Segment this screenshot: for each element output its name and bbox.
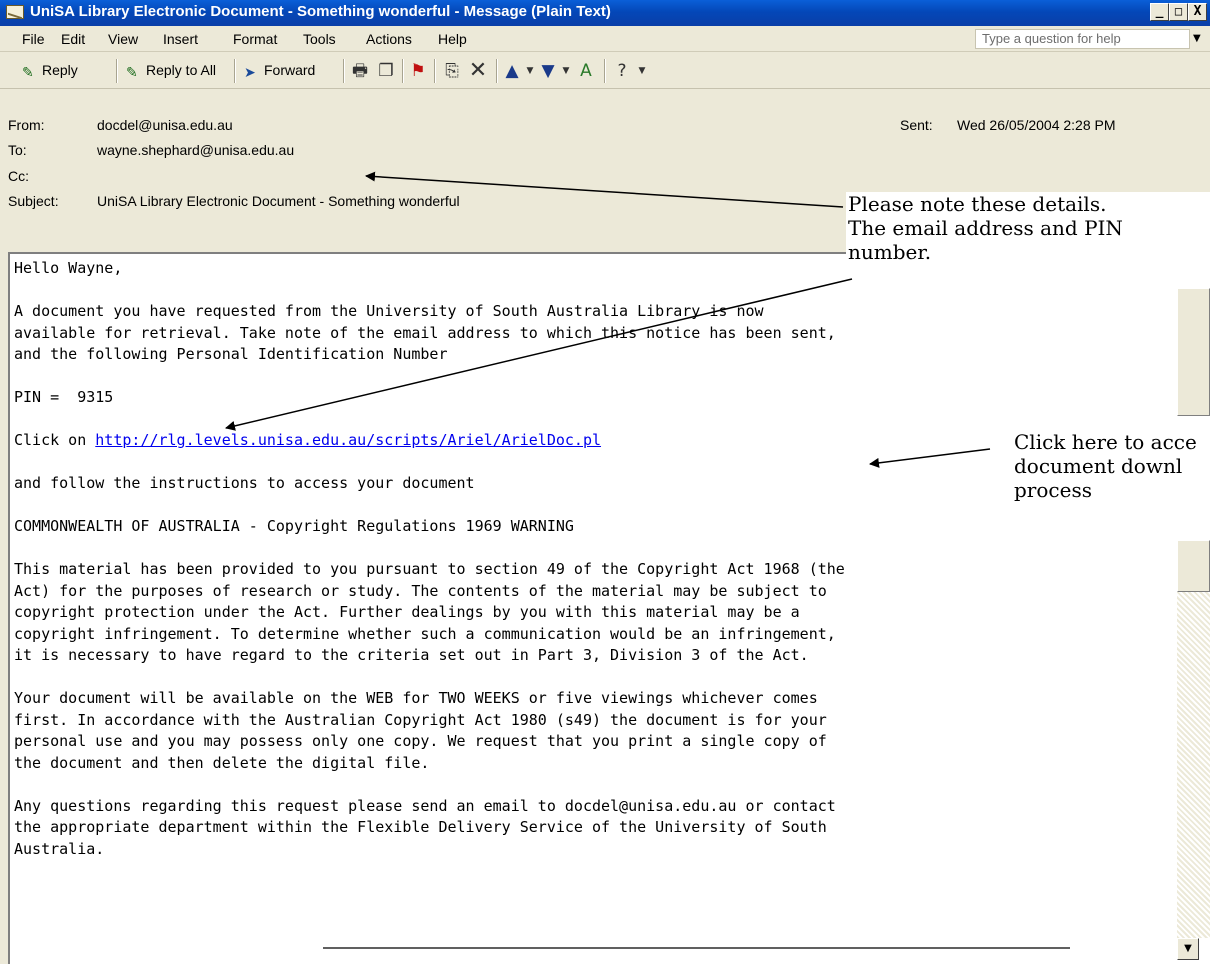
reply-all-label: Reply to All xyxy=(146,62,217,78)
callout-line: Click here to acce xyxy=(1014,430,1197,454)
scroll-down-button[interactable]: ▼ xyxy=(1177,938,1199,960)
message-body[interactable]: Hello Wayne, A document you have request… xyxy=(8,252,1210,964)
window-title: UniSA Library Electronic Document - Some… xyxy=(30,3,611,20)
close-button[interactable]: X xyxy=(1188,3,1207,21)
body-line: copyright infringement. To determine whe… xyxy=(14,624,836,643)
scrollbar-thumb[interactable] xyxy=(1177,288,1210,416)
toolbar-separator xyxy=(604,59,606,83)
subject-label: Subject: xyxy=(8,193,59,209)
toolbar-separator xyxy=(116,59,118,83)
maximize-button[interactable]: □ xyxy=(1169,3,1188,21)
from-value[interactable]: docdel@unisa.edu.au xyxy=(97,117,233,133)
menu-actions[interactable]: Actions xyxy=(366,31,412,47)
body-line: Click on xyxy=(14,431,96,449)
callout-line: number. xyxy=(848,240,932,264)
from-label: From: xyxy=(8,117,45,133)
pin-line: PIN = 9315 xyxy=(14,388,114,406)
envelope-icon xyxy=(6,5,24,19)
forward-icon: ➤ xyxy=(244,64,256,80)
body-line: the document and then delete the digital… xyxy=(14,753,430,772)
reply-label: Reply xyxy=(42,62,78,78)
sent-label: Sent: xyxy=(900,117,933,133)
reply-button[interactable]: ✎ Reply xyxy=(22,62,78,80)
body-line: and follow the instructions to access yo… xyxy=(14,474,475,492)
menu-tools[interactable]: Tools xyxy=(303,31,336,47)
help-search-input[interactable]: Type a question for help xyxy=(975,29,1190,49)
cc-label: Cc: xyxy=(8,168,29,184)
document-link[interactable]: http://rlg.levels.unisa.edu.au/scripts/A… xyxy=(95,431,601,449)
help-icon[interactable]: ? xyxy=(612,61,632,81)
body-line: This material has been provided to you p… xyxy=(14,560,845,578)
sent-value: Wed 26/05/2004 2:28 PM xyxy=(957,117,1116,133)
body-line: Hello Wayne, xyxy=(14,259,123,277)
to-value[interactable]: wayne.shephard@unisa.edu.au xyxy=(97,142,294,158)
menu-file[interactable]: File xyxy=(22,31,45,47)
scrollbar-track[interactable] xyxy=(1177,592,1210,938)
message-body-text: Hello Wayne, A document you have request… xyxy=(14,258,845,860)
body-line: copyright protection under the Act. Furt… xyxy=(14,603,800,621)
forward-button[interactable]: ➤ Forward xyxy=(244,62,316,80)
body-line: first. In accordance with the Australian… xyxy=(14,710,827,729)
body-line: and the following Personal Identificatio… xyxy=(14,345,448,363)
print-icon[interactable]: 🖶 xyxy=(350,61,370,81)
down-arrow-icon[interactable]: ▼ xyxy=(538,61,558,81)
forward-label: Forward xyxy=(264,62,316,78)
body-line: it is necessary to have regard to the cr… xyxy=(14,646,809,664)
body-line: the appropriate department within the Fl… xyxy=(14,818,827,836)
body-line: Any questions regarding this request ple… xyxy=(14,796,836,815)
title-bar: UniSA Library Electronic Document - Some… xyxy=(0,0,1210,26)
menu-help[interactable]: Help xyxy=(438,31,467,47)
toolbar-separator xyxy=(402,59,404,83)
address-book-icon[interactable]: A xyxy=(576,61,596,81)
callout-line: document downl xyxy=(1014,454,1183,478)
chevron-down-icon[interactable]: ▼ xyxy=(520,61,540,81)
callout-line: Please note these details. xyxy=(848,192,1107,216)
menu-format[interactable]: Format xyxy=(233,31,277,47)
to-label: To: xyxy=(8,142,27,158)
menu-view[interactable]: View xyxy=(108,31,138,47)
delete-icon[interactable]: ✕ xyxy=(468,60,488,82)
menu-bar: File Edit View Insert Format Tools Actio… xyxy=(0,26,1210,52)
callout-click-here: Click here to acce document downl proces… xyxy=(1012,430,1210,526)
copy-icon[interactable]: ❐ xyxy=(376,61,396,81)
toolbar: ✎ Reply ✎ Reply to All ➤ Forward 🖶 ❐ ⚑ ⎘ ✕ … xyxy=(0,53,1210,89)
callout-note-details: Please note these details. The email add… xyxy=(846,192,1210,282)
reply-icon: ✎ xyxy=(22,64,34,80)
outlook-message-window: UniSA Library Electronic Document - Some… xyxy=(0,0,1210,964)
move-icon[interactable]: ⎘ xyxy=(442,61,462,81)
body-line: personal use and you may possess only on… xyxy=(14,732,827,750)
toolbar-separator xyxy=(496,59,498,83)
reply-all-button[interactable]: ✎ Reply to All xyxy=(126,62,217,80)
subject-value: UniSA Library Electronic Document - Some… xyxy=(97,193,460,209)
minimize-button[interactable]: _ xyxy=(1150,3,1169,21)
toolbar-separator xyxy=(434,59,436,83)
menu-insert[interactable]: Insert xyxy=(163,31,198,47)
body-line: Act) for the purposes of research or stu… xyxy=(14,581,827,600)
chevron-down-icon[interactable]: ▼ xyxy=(556,61,576,81)
menu-edit[interactable]: Edit xyxy=(61,31,85,47)
body-line: available for retrieval. Take note of th… xyxy=(14,323,836,342)
scrollbar-thumb[interactable] xyxy=(1177,540,1210,592)
body-line: A document you have requested from the U… xyxy=(14,302,764,320)
flag-icon[interactable]: ⚑ xyxy=(408,61,428,81)
toolbar-separator xyxy=(234,59,236,83)
toolbar-separator xyxy=(343,59,345,83)
chevron-down-icon[interactable]: ▼ xyxy=(632,61,652,81)
chevron-down-icon[interactable]: ▼ xyxy=(1193,33,1201,44)
body-line: Your document will be available on the W… xyxy=(14,689,818,707)
callout-line: The email address and PIN xyxy=(848,216,1123,240)
body-line: Australia. xyxy=(14,839,105,858)
reply-all-icon: ✎ xyxy=(126,64,138,80)
body-line: COMMONWEALTH OF AUSTRALIA - Copyright Re… xyxy=(14,517,574,535)
up-arrow-icon[interactable]: ▲ xyxy=(502,61,522,81)
callout-line: process xyxy=(1014,478,1092,502)
